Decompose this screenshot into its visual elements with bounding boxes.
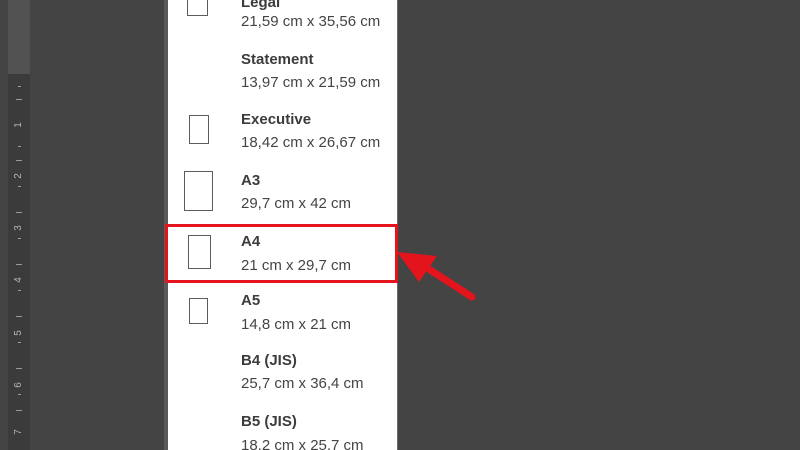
ruler-tick [18,290,21,291]
portrait-page-icon [187,0,208,16]
paper-size-name: B5 (JIS) [241,413,297,430]
portrait-page-icon [189,115,209,144]
paper-size-dimensions: 13,97 cm x 21,59 cm [241,74,381,91]
a4-highlight-box [165,224,398,283]
ruler-tick [16,160,22,161]
portrait-page-icon [184,171,213,211]
ruler-number: 3 [13,225,24,231]
ruler-tick [18,186,21,187]
ruler-tick [16,264,22,265]
arrow-shaft [420,262,476,301]
paper-size-item-b4-jis[interactable]: B4 (JIS) 25,7 cm x 36,4 cm [168,349,397,410]
paper-size-item-a3[interactable]: A3 29,7 cm x 42 cm [168,168,397,229]
ruler-tick [16,316,22,317]
paper-size-dimensions: 18,2 cm x 25,7 cm [241,437,364,450]
ruler-tick [18,342,21,343]
paper-size-name: Statement [241,51,314,68]
paper-size-dimensions: 14,8 cm x 21 cm [241,316,352,333]
paper-size-dimensions: 29,7 cm x 42 cm [241,195,352,212]
ruler-tick [18,238,21,239]
ruler-number: 2 [13,173,24,179]
ruler-margin-area [8,0,30,74]
ruler-number: 5 [13,330,24,336]
portrait-page-icon [189,298,208,324]
ruler-tick [18,86,21,87]
vertical-ruler: 1 2 3 4 5 6 7 [8,0,30,450]
paper-size-name: B4 (JIS) [241,352,297,369]
paper-size-item-b5-jis[interactable]: B5 (JIS) 18,2 cm x 25,7 cm [168,410,397,450]
paper-size-item-legal[interactable]: Legal 21,59 cm x 35,56 cm [168,0,397,47]
paper-size-item-executive[interactable]: Executive 18,42 cm x 26,67 cm [168,108,397,169]
ruler-tick [16,410,22,411]
ruler-tick [16,368,22,369]
red-arrow-icon [397,252,476,301]
paper-size-name: A3 [241,172,261,189]
paper-size-name: A5 [241,292,261,309]
paper-size-dimensions: 25,7 cm x 36,4 cm [241,375,364,392]
ruler-tick [16,99,22,100]
ruler-number: 7 [13,429,24,435]
ruler-tick [16,212,22,213]
paper-size-item-statement[interactable]: Statement 13,97 cm x 21,59 cm [168,47,397,108]
paper-size-name: Legal [241,0,281,11]
paper-size-dimensions: 18,42 cm x 26,67 cm [241,134,381,151]
ruler-number: 1 [13,122,24,128]
ruler-tick [18,146,21,147]
paper-size-dimensions: 21,59 cm x 35,56 cm [241,13,381,30]
paper-size-item-a5[interactable]: A5 14,8 cm x 21 cm [168,288,397,349]
ruler-tick [18,394,21,395]
ruler-number: 4 [13,277,24,283]
ruler-number: 6 [13,382,24,388]
paper-size-name: Executive [241,111,312,128]
